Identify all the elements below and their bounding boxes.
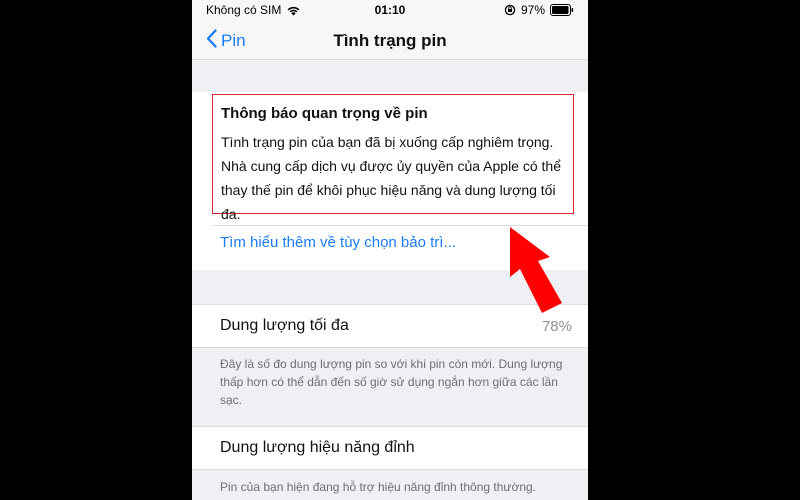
battery-percent: 97% [520, 3, 545, 17]
maximum-capacity-note: Đây là số đo dung lượng pin so với khi p… [220, 357, 563, 407]
learn-more-service-link[interactable]: Tìm hiểu thêm về tùy chọn bảo trì... [220, 234, 456, 251]
alert-body: Tình trạng pin của bạn đã bị xuống cấp n… [221, 130, 565, 226]
alert-line: Nhà cung cấp dịch vụ được ủy quyền của A… [221, 158, 561, 174]
peak-performance-row: Dung lượng hiệu năng đỉnh [192, 426, 588, 470]
red-arrow-annotation [510, 227, 562, 313]
peak-performance-label: Dung lượng hiệu năng đỉnh [220, 439, 415, 456]
alert-title: Thông báo quan trọng về pin [221, 105, 428, 122]
alert-line: đa. [221, 206, 241, 222]
rotation-lock-icon [504, 4, 516, 16]
alert-line: thay thế pin để khôi phục hiệu năng và d… [221, 182, 556, 198]
important-battery-message: Thông báo quan trọng về pin Tình trạng p… [212, 94, 574, 222]
status-right: 97% [504, 3, 574, 17]
maximum-capacity-value: 78% [541, 318, 572, 335]
peak-performance-note: Pin của bạn hiện đang hỗ trợ hiệu năng đ… [220, 480, 537, 494]
status-bar: Không có SIM 01:10 97% [192, 0, 588, 22]
battery-icon [550, 4, 574, 16]
alert-line: Tình trạng pin của bạn đã bị xuống cấp n… [221, 134, 554, 150]
maximum-capacity-label: Dung lượng tối đa [220, 317, 349, 334]
navigation-bar: Pin Tình trạng pin [192, 22, 588, 60]
page-title: Tình trạng pin [333, 31, 447, 50]
